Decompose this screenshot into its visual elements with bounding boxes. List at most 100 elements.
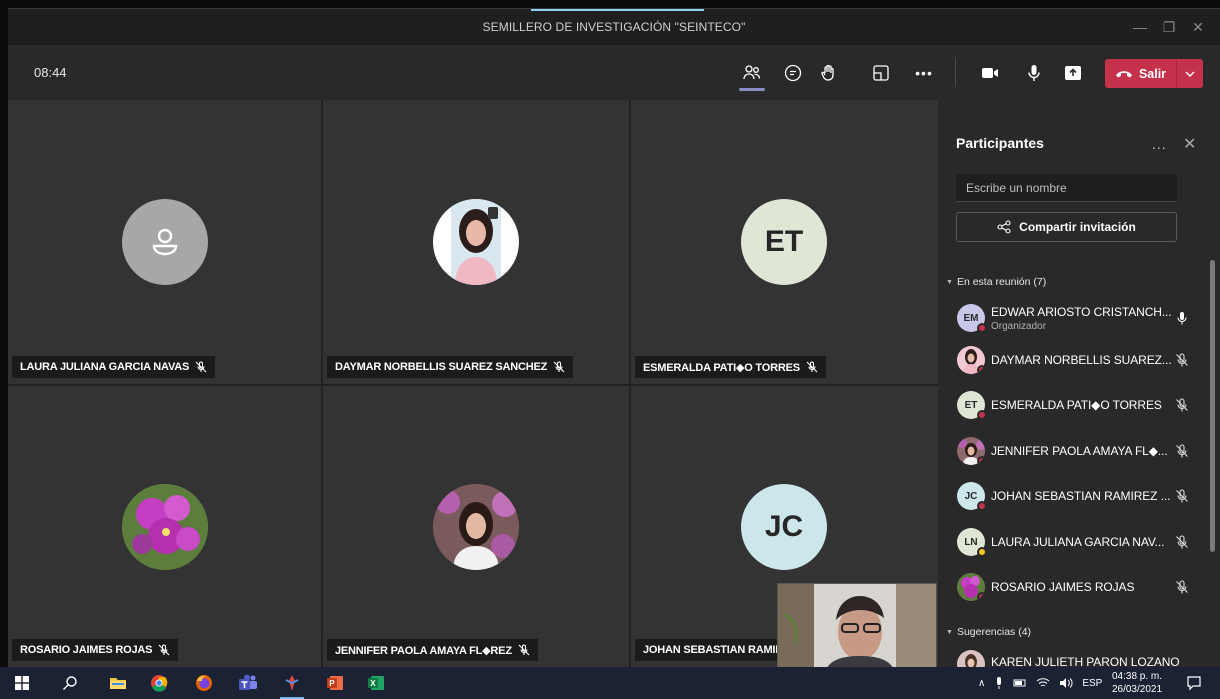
window-title-bar: SEMILLERO DE INVESTIGACIÓN "SEINTECO" — …	[8, 8, 1220, 45]
participant-row[interactable]: LN LAURA JULIANA GARCIA NAV...	[957, 528, 1197, 558]
maximize-button[interactable]: ❐	[1159, 18, 1179, 36]
taskbar-active-app[interactable]	[278, 671, 306, 699]
show-chat-button[interactable]	[780, 61, 806, 85]
avatar: JC	[957, 482, 987, 511]
minimize-button[interactable]: —	[1130, 18, 1150, 36]
presence-busy-icon	[977, 365, 985, 374]
avatar: ET	[957, 391, 987, 420]
participant-tile[interactable]: ET ESMERALDA PATI◆O TORRES	[631, 100, 938, 384]
participant-tile[interactable]: JENNIFER PAOLA AMAYA FL◆REZ	[323, 386, 629, 667]
speaker-icon[interactable]	[1059, 677, 1073, 689]
participant-row[interactable]: ET ESMERALDA PATI◆O TORRES	[957, 391, 1197, 421]
microphone-icon	[1177, 312, 1187, 325]
start-button[interactable]	[8, 671, 36, 695]
participant-name: ESMERALDA PATI◆O TORRES	[991, 398, 1162, 412]
avatar: LN	[957, 528, 987, 557]
search-button[interactable]	[56, 671, 84, 695]
close-window-button[interactable]: ✕	[1188, 18, 1208, 36]
participant-row[interactable]: ROSARIO JAIMES ROJAS	[957, 573, 1197, 603]
participant-role: Organizador	[991, 321, 1047, 332]
presence-busy-icon	[977, 410, 987, 420]
notification-center-button[interactable]	[1180, 671, 1208, 695]
teams-meeting-window: SEMILLERO DE INVESTIGACIÓN "SEINTECO" — …	[0, 0, 1220, 699]
taskbar-powerpoint[interactable]: P	[321, 671, 349, 695]
camera-icon	[982, 68, 998, 78]
panel-scrollbar[interactable]	[1210, 260, 1215, 552]
share-invite-button[interactable]: Compartir invitación	[956, 212, 1177, 242]
hand-icon	[821, 64, 834, 81]
chevron-up-icon[interactable]: ∧	[978, 678, 985, 689]
leave-options-dropdown[interactable]	[1177, 59, 1203, 88]
svg-text:X: X	[370, 679, 376, 688]
participant-tile[interactable]: DAYMAR NORBELLIS SUAREZ SANCHEZ	[323, 100, 629, 384]
participant-tile[interactable]: LAURA JULIANA GARCIA NAVAS	[8, 100, 321, 384]
share-content-button[interactable]	[1060, 61, 1086, 85]
system-tray: ∧ ESP	[978, 667, 1102, 699]
rooms-button[interactable]	[868, 61, 894, 85]
participant-row[interactable]: DAYMAR NORBELLIS SUAREZ...	[957, 346, 1197, 376]
generic-person-icon	[122, 199, 208, 285]
title-accent-bar	[531, 9, 704, 11]
powerpoint-icon: P	[327, 676, 343, 690]
clock-date: 26/03/2021	[1111, 684, 1163, 695]
panel-more-options-button[interactable]: ...	[1152, 136, 1167, 152]
wifi-icon[interactable]	[1036, 677, 1050, 689]
panel-title: Participantes	[956, 135, 1044, 151]
avatar-initials: ET	[964, 399, 978, 411]
section-suggestions[interactable]: ▼ Sugerencias (4)	[946, 626, 1031, 638]
leave-button[interactable]: Salir	[1105, 59, 1177, 88]
system-clock[interactable]: 04:38 p. m. 26/03/2021	[1102, 670, 1172, 696]
windows-logo-icon	[15, 676, 29, 690]
leave-label: Salir	[1138, 66, 1167, 81]
presence-away-icon	[977, 547, 987, 557]
microphone-toggle-button[interactable]	[1021, 61, 1047, 85]
folder-icon	[110, 678, 126, 689]
participant-name: EDWAR ARIOSTO CRISTANCH...	[991, 305, 1172, 319]
participant-nameplate: ROSARIO JAIMES ROJAS	[12, 639, 179, 661]
people-icon	[743, 65, 761, 80]
participant-nameplate: LAURA JULIANA GARCIA NAVAS	[12, 356, 216, 378]
windows-taskbar: P X ∧ ESP 04:38 p. m. 26/03/2021	[0, 667, 1220, 699]
avatar	[957, 437, 985, 465]
participant-photo	[122, 484, 208, 570]
mic-muted-icon	[1176, 353, 1188, 367]
participant-tile[interactable]: ROSARIO JAIMES ROJAS	[8, 386, 321, 667]
taskbar-teams[interactable]	[234, 671, 262, 695]
taskbar-chrome[interactable]	[145, 671, 173, 695]
avatar-initials: EM	[963, 312, 979, 324]
chevron-down-icon: ▼	[946, 628, 953, 636]
taskbar-excel[interactable]: X	[362, 671, 390, 695]
suggestion-row[interactable]: KAREN JULIETH PARON LOZANO	[957, 650, 1197, 667]
show-participants-button[interactable]	[739, 61, 765, 91]
teams-icon	[239, 674, 257, 690]
suggestion-name: KAREN JULIETH PARON LOZANO	[991, 655, 1180, 667]
share-tray-icon	[1065, 66, 1081, 80]
taskbar-file-explorer[interactable]	[104, 671, 132, 695]
participant-search-input[interactable]: Escribe un nombre	[956, 174, 1177, 202]
microphone-icon	[1028, 65, 1040, 81]
input-language[interactable]: ESP	[1082, 678, 1102, 689]
participant-name: JENNIFER PAOLA AMAYA FL◆REZ	[335, 644, 512, 657]
taskbar-firefox[interactable]	[190, 671, 218, 695]
microphone-icon[interactable]	[994, 676, 1004, 690]
section-in-meeting[interactable]: ▼ En esta reunión (7)	[946, 276, 1046, 288]
participants-panel: Participantes ... ✕ Escribe un nombre Co…	[938, 100, 1220, 667]
participant-row[interactable]: JENNIFER PAOLA AMAYA FL◆...	[957, 437, 1197, 467]
raise-hand-button[interactable]	[816, 61, 842, 85]
self-video-preview[interactable]	[777, 583, 937, 669]
more-actions-button[interactable]: •••	[911, 61, 937, 85]
app-icon	[285, 675, 299, 691]
mic-muted-icon	[518, 644, 530, 656]
video-grid: LAURA JULIANA GARCIA NAVAS DAYMAR NORBEL…	[8, 100, 938, 667]
avatar: EM	[957, 304, 987, 333]
participant-row[interactable]: JC JOHAN SEBASTIAN RAMIREZ ...	[957, 482, 1197, 512]
clock-time: 04:38 p. m.	[1111, 671, 1163, 682]
panel-close-button[interactable]: ✕	[1183, 134, 1196, 154]
camera-toggle-button[interactable]	[977, 61, 1003, 85]
participant-row[interactable]: EM EDWAR ARIOSTO CRISTANCH... Organizado…	[957, 304, 1197, 334]
avatar-initials: LN	[964, 536, 978, 548]
battery-icon[interactable]	[1013, 678, 1027, 688]
participant-name: ESMERALDA PATI◆O TORRES	[643, 361, 800, 374]
presence-busy-icon	[977, 323, 987, 333]
participant-name: JOHAN SEBASTIAN RAMIREZ ...	[991, 489, 1171, 503]
